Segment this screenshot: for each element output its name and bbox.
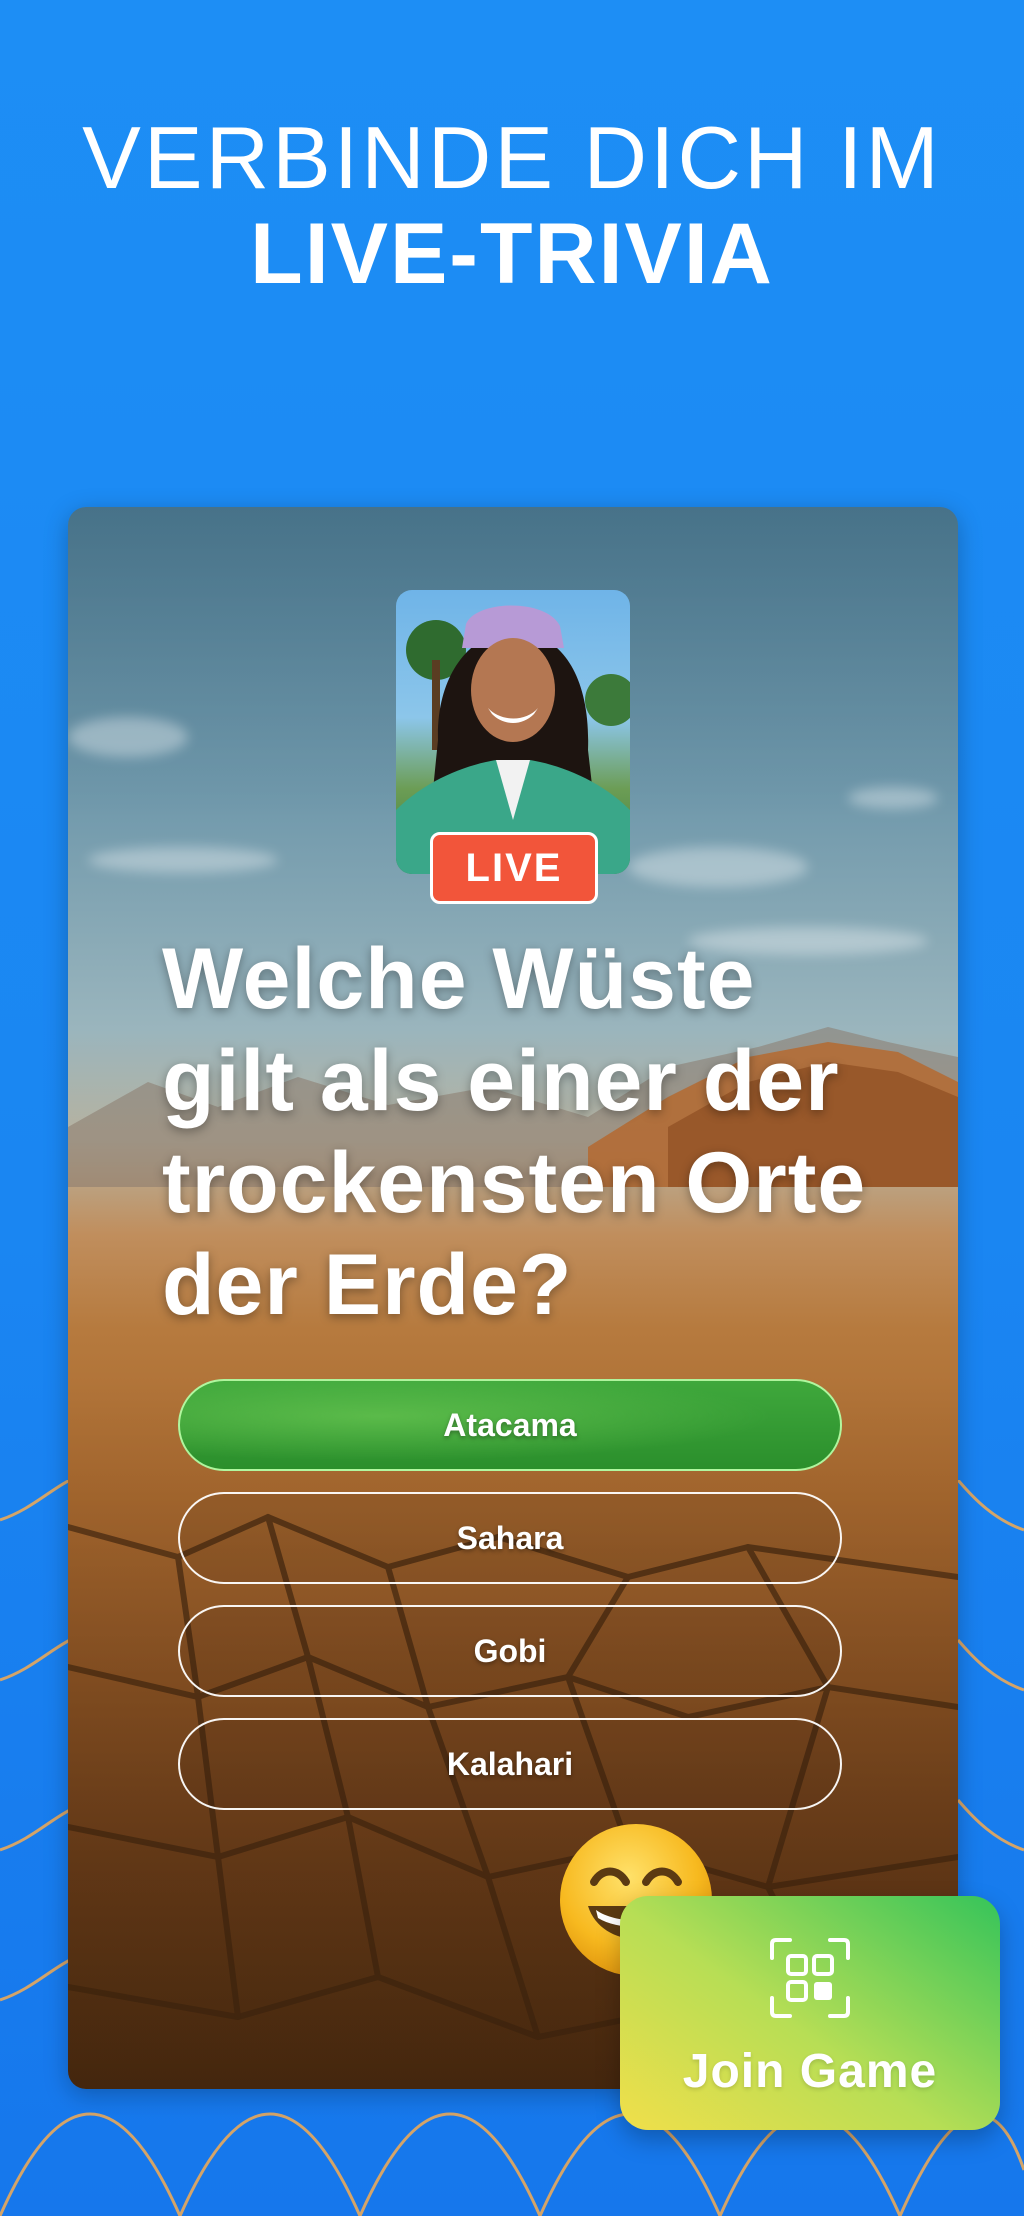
answer-option-gobi[interactable]: Gobi xyxy=(178,1605,842,1697)
answer-option-atacama[interactable]: Atacama xyxy=(178,1379,842,1471)
live-badge: LIVE xyxy=(430,832,598,904)
headline-line-1: VERBINDE DICH IM xyxy=(82,108,942,207)
answer-option-kalahari[interactable]: Kalahari xyxy=(178,1718,842,1810)
join-game-label: Join Game xyxy=(682,2045,938,2098)
join-game-button[interactable]: Join Game xyxy=(620,1896,1000,2130)
answer-option-sahara[interactable]: Sahara xyxy=(178,1492,842,1584)
cloud-decor xyxy=(848,787,938,809)
cloud-decor xyxy=(628,847,808,887)
cloud-decor xyxy=(88,847,278,873)
promo-headline: VERBINDE DICH IM LIVE-TRIVIA xyxy=(0,108,1024,303)
question-text: Welche Wüste gilt als einer der trockens… xyxy=(162,931,867,1333)
qr-scan-icon xyxy=(770,1938,850,2018)
headline-line-2: LIVE-TRIVIA xyxy=(250,206,774,302)
cloud-decor xyxy=(68,717,188,757)
